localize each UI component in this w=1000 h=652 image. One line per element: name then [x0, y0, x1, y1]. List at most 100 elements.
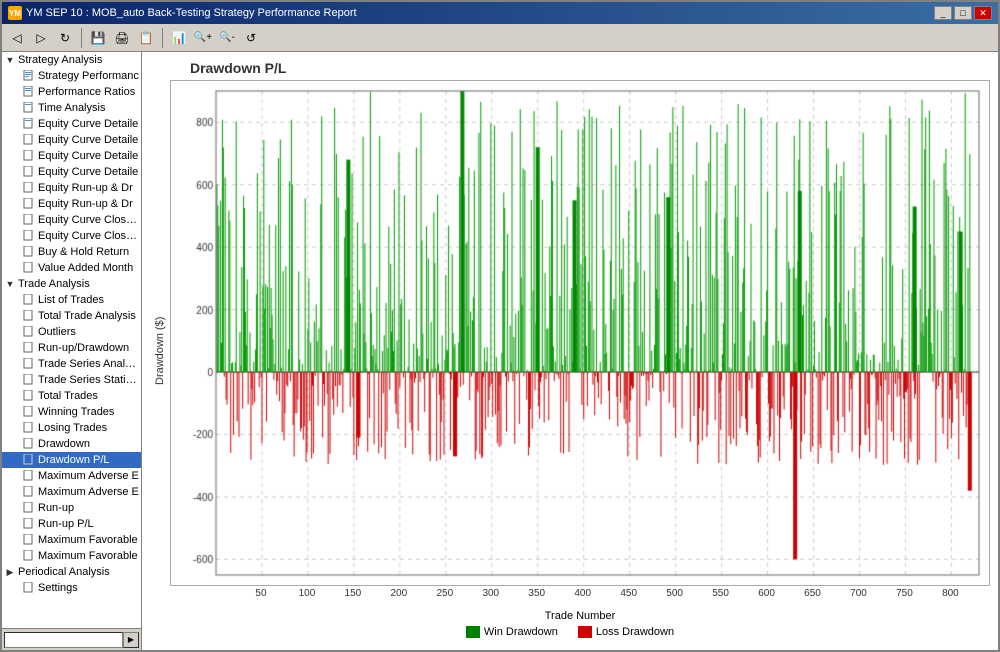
- sidebar-item-losing-trades[interactable]: Losing Trades: [2, 420, 141, 436]
- close-1-label: Equity Curve Close T: [38, 214, 139, 226]
- chart-title: Drawdown P/L: [150, 60, 990, 76]
- sidebar-item-equity-3[interactable]: Equity Curve Detaile: [2, 148, 141, 164]
- sidebar-item-buyhold[interactable]: Buy & Hold Return: [2, 244, 141, 260]
- equity-1-label: Equity Curve Detaile: [38, 118, 138, 130]
- maximize-button[interactable]: □: [954, 6, 972, 20]
- print-button[interactable]: 🖨: [111, 27, 133, 49]
- doc-icon-29: [22, 533, 36, 547]
- doc-icon-17: [22, 341, 36, 355]
- losing-trades-label: Losing Trades: [38, 422, 107, 434]
- settings-label: Settings: [38, 582, 78, 594]
- sidebar-item-value-added[interactable]: Value Added Month: [2, 260, 141, 276]
- doc-icon: [22, 69, 36, 83]
- equity-3-label: Equity Curve Detaile: [38, 150, 138, 162]
- sidebar-item-max-favorable-1[interactable]: Maximum Favorable: [2, 532, 141, 548]
- section-strategy-analysis[interactable]: ▼ Strategy Analysis: [2, 52, 141, 68]
- doc-icon-24: [22, 453, 36, 467]
- strategy-analysis-label: Strategy Analysis: [18, 54, 102, 66]
- sidebar-item-runup-2b[interactable]: Run-up: [2, 500, 141, 516]
- doc-icon-4: [22, 117, 36, 131]
- equity-2-label: Equity Curve Detaile: [38, 134, 138, 146]
- back-button[interactable]: ◁: [6, 27, 28, 49]
- sidebar: ▼ Strategy Analysis Strategy Performanc …: [2, 52, 142, 650]
- sidebar-item-list-of-trades[interactable]: List of Trades: [2, 292, 141, 308]
- doc-icon-6: [22, 149, 36, 163]
- chart-plot: [170, 80, 990, 586]
- sidebar-item-max-adverse-1[interactable]: Maximum Adverse E: [2, 468, 141, 484]
- sidebar-bottom: ▶: [2, 628, 141, 650]
- sidebar-item-drawdown-pl[interactable]: Drawdown P/L: [2, 452, 141, 468]
- equity-4-label: Equity Curve Detaile: [38, 166, 138, 178]
- doc-icon-13: [22, 261, 36, 275]
- max-adverse-1-label: Maximum Adverse E: [38, 470, 139, 482]
- close-2-label: Equity Curve Close T: [38, 230, 139, 242]
- sidebar-item-trade-series-statistic[interactable]: Trade Series Statistic: [2, 372, 141, 388]
- doc-icon-5: [22, 133, 36, 147]
- copy-button[interactable]: 📋: [135, 27, 157, 49]
- sidebar-item-max-adverse-2[interactable]: Maximum Adverse E: [2, 484, 141, 500]
- sidebar-item-settings[interactable]: Settings: [2, 580, 141, 596]
- max-adverse-2-label: Maximum Adverse E: [38, 486, 139, 498]
- expand-trade: ▼: [4, 278, 16, 290]
- section-periodical-analysis[interactable]: ▶ Periodical Analysis: [2, 564, 141, 580]
- sidebar-item-runup-2[interactable]: Equity Run-up & Dr: [2, 196, 141, 212]
- sidebar-item-runup-pl[interactable]: Run-up P/L: [2, 516, 141, 532]
- win-legend-label: Win Drawdown: [484, 626, 558, 638]
- sidebar-item-trade-series-analysis[interactable]: Trade Series Analysis: [2, 356, 141, 372]
- sidebar-item-close-1[interactable]: Equity Curve Close T: [2, 212, 141, 228]
- legend-loss: Loss Drawdown: [578, 626, 674, 638]
- refresh-button[interactable]: ↻: [54, 27, 76, 49]
- sidebar-item-total-trade-analysis[interactable]: Total Trade Analysis: [2, 308, 141, 324]
- runup-drawdown-label: Run-up/Drawdown: [38, 342, 129, 354]
- loss-legend-label: Loss Drawdown: [596, 626, 674, 638]
- doc-icon-9: [22, 197, 36, 211]
- sidebar-scroll[interactable]: ▼ Strategy Analysis Strategy Performanc …: [2, 52, 141, 628]
- sidebar-item-drawdown[interactable]: Drawdown: [2, 436, 141, 452]
- sidebar-item-max-favorable-2[interactable]: Maximum Favorable: [2, 548, 141, 564]
- periodical-analysis-label: Periodical Analysis: [18, 566, 110, 578]
- title-bar-buttons: _ □ ✕: [934, 6, 992, 20]
- doc-icon-27: [22, 501, 36, 515]
- minimize-button[interactable]: _: [934, 6, 952, 20]
- sidebar-item-total-trades[interactable]: Total Trades: [2, 388, 141, 404]
- scroll-right-button[interactable]: ▶: [123, 632, 139, 648]
- runup-1-label: Equity Run-up & Dr: [38, 182, 133, 194]
- sidebar-item-equity-1[interactable]: Equity Curve Detaile: [2, 116, 141, 132]
- chart-button[interactable]: 📊: [168, 27, 190, 49]
- sidebar-item-winning-trades[interactable]: Winning Trades: [2, 404, 141, 420]
- trade-analysis-label: Trade Analysis: [18, 278, 90, 290]
- sidebar-item-equity-4[interactable]: Equity Curve Detaile: [2, 164, 141, 180]
- sidebar-item-runup-1[interactable]: Equity Run-up & Dr: [2, 180, 141, 196]
- doc-icon-11: [22, 229, 36, 243]
- sidebar-item-runup-drawdown[interactable]: Run-up/Drawdown: [2, 340, 141, 356]
- sidebar-item-equity-2[interactable]: Equity Curve Detaile: [2, 132, 141, 148]
- doc-icon-15: [22, 309, 36, 323]
- reset-button[interactable]: ↺: [240, 27, 262, 49]
- max-favorable-2-label: Maximum Favorable: [38, 550, 138, 562]
- forward-button[interactable]: ▷: [30, 27, 52, 49]
- chart-area: Drawdown P/L Drawdown ($) 50100150200250…: [142, 52, 998, 650]
- section-trade-analysis[interactable]: ▼ Trade Analysis: [2, 276, 141, 292]
- save-button[interactable]: 💾: [87, 27, 109, 49]
- title-bar-left: YM YM SEP 10 : MOB_auto Back-Testing Str…: [8, 6, 357, 20]
- sidebar-item-outliers[interactable]: Outliers: [2, 324, 141, 340]
- total-trades-label: Total Trades: [38, 390, 98, 402]
- sidebar-item-time-analysis[interactable]: Time Analysis: [2, 100, 141, 116]
- doc-icon-30: [22, 549, 36, 563]
- zoom-out-button[interactable]: 🔍-: [216, 27, 238, 49]
- sidebar-item-close-2[interactable]: Equity Curve Close T: [2, 228, 141, 244]
- doc-icon-19: [22, 373, 36, 387]
- outliers-label: Outliers: [38, 326, 76, 338]
- runup-pl-label: Run-up P/L: [38, 518, 94, 530]
- app-icon: YM: [8, 6, 22, 20]
- close-button[interactable]: ✕: [974, 6, 992, 20]
- winning-trades-label: Winning Trades: [38, 406, 114, 418]
- sidebar-item-performance-ratios[interactable]: Performance Ratios: [2, 84, 141, 100]
- value-added-label: Value Added Month: [38, 262, 133, 274]
- window-title: YM SEP 10 : MOB_auto Back-Testing Strate…: [26, 7, 357, 19]
- sidebar-item-strategy-performance[interactable]: Strategy Performanc: [2, 68, 141, 84]
- main-content: ▼ Strategy Analysis Strategy Performanc …: [2, 52, 998, 650]
- x-axis-label: Trade Number: [170, 610, 990, 622]
- doc-icon-2: [22, 85, 36, 99]
- zoom-in-button[interactable]: 🔍+: [192, 27, 214, 49]
